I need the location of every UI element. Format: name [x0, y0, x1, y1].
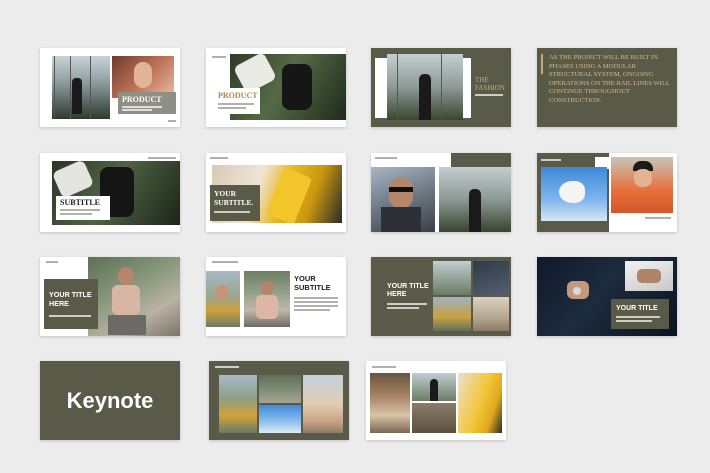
slide-title-line2: HERE: [387, 291, 407, 298]
slide-thumbnail-photo-collage[interactable]: [209, 361, 349, 440]
title-box: YOUR TITLE HERE: [44, 279, 98, 329]
slide-title-line1: YOUR: [214, 189, 237, 198]
man-sunglasses-photo: [371, 167, 435, 232]
woman-yellow-photo: [206, 271, 240, 327]
slide-title-line2: SUBTITLE.: [214, 198, 254, 207]
slide-title-line2: SUBTITLE: [294, 283, 331, 292]
slide-thumbnail-quote[interactable]: AS THE PROJECT WILL BE BUILT IN PHASES U…: [537, 48, 677, 127]
slide-title-line1: YOUR: [294, 274, 316, 283]
grid-photo-1: [433, 261, 471, 295]
slide-thumbnail-product-2[interactable]: PRODUCT: [206, 48, 346, 127]
product-title-box: PRODUCT: [214, 88, 260, 114]
collage-photo-2: [412, 373, 456, 401]
slide-thumbnail-title-here-1[interactable]: YOUR TITLE HERE: [40, 257, 180, 336]
slide-thumbnail-photo-pair[interactable]: [537, 153, 677, 232]
slide-thumbnail-fashion-collage[interactable]: [366, 361, 506, 440]
quote-text: AS THE PROJECT WILL BE BUILT IN PHASES U…: [549, 54, 670, 104]
hands-watch-inset-photo: [625, 261, 673, 291]
collage-photo-1: [219, 375, 257, 433]
grid-photo-2: [473, 261, 509, 295]
slide-thumbnail-portraits[interactable]: [371, 153, 511, 232]
collage-photo-4: [303, 375, 343, 433]
slide-thumbnail-subtitle-2[interactable]: YOUR SUBTITLE.: [206, 153, 346, 232]
greenhouse-man-photo: [439, 167, 511, 232]
slide-title-line2: HERE: [49, 299, 69, 308]
grid-photo-3: [433, 297, 471, 331]
slide-title-line1: THE: [475, 76, 489, 84]
grid-photo-4: [473, 297, 509, 331]
keynote-label: Keynote: [66, 387, 154, 413]
slide-title-line2: FASHION: [475, 84, 505, 92]
subtitle-title-box: YOUR SUBTITLE.: [210, 185, 260, 221]
title-box: YOUR TITLE: [611, 299, 669, 329]
man-greenhouse-photo: [387, 54, 463, 120]
slide-title: YOUR TITLE: [616, 305, 658, 312]
subtitle-title-box: SUBTITLE: [56, 196, 110, 220]
slide-thumbnail-title-here-2[interactable]: YOUR TITLE HERE: [371, 257, 511, 336]
slide-thumbnail-subtitle-1[interactable]: SUBTITLE: [40, 153, 180, 232]
collage-photo-3: [412, 403, 456, 433]
slide-thumbnail-your-title[interactable]: YOUR TITLE: [537, 257, 677, 336]
product-title-box: PRODUCT: [118, 92, 176, 114]
woman-beanie-photo: [611, 157, 673, 213]
seagull-photo: [541, 167, 607, 221]
collage-photo-1: [370, 373, 410, 433]
collage-photo-2: [259, 375, 301, 403]
slide-thumbnail-subtitle-3[interactable]: YOUR SUBTITLE: [206, 257, 346, 336]
slide-title: PRODUCT: [122, 95, 162, 104]
slide-title-line1: YOUR TITLE: [387, 283, 429, 290]
collage-photo-3: [259, 405, 301, 433]
slide-thumbnail-product-1[interactable]: PRODUCT: [40, 48, 180, 127]
greenhouse-photo: [52, 56, 110, 119]
man-bench-photo: [244, 271, 290, 327]
man-sitting-photo: [88, 257, 180, 336]
slide-title-line1: YOUR TITLE: [49, 290, 92, 299]
slide-title: PRODUCT: [218, 91, 258, 100]
keynote-label-tile[interactable]: Keynote: [40, 361, 180, 440]
slide-thumbnail-fashion[interactable]: THE FASHION: [371, 48, 511, 127]
slide-title: SUBTITLE: [60, 198, 101, 207]
collage-photo-4: [458, 373, 502, 433]
